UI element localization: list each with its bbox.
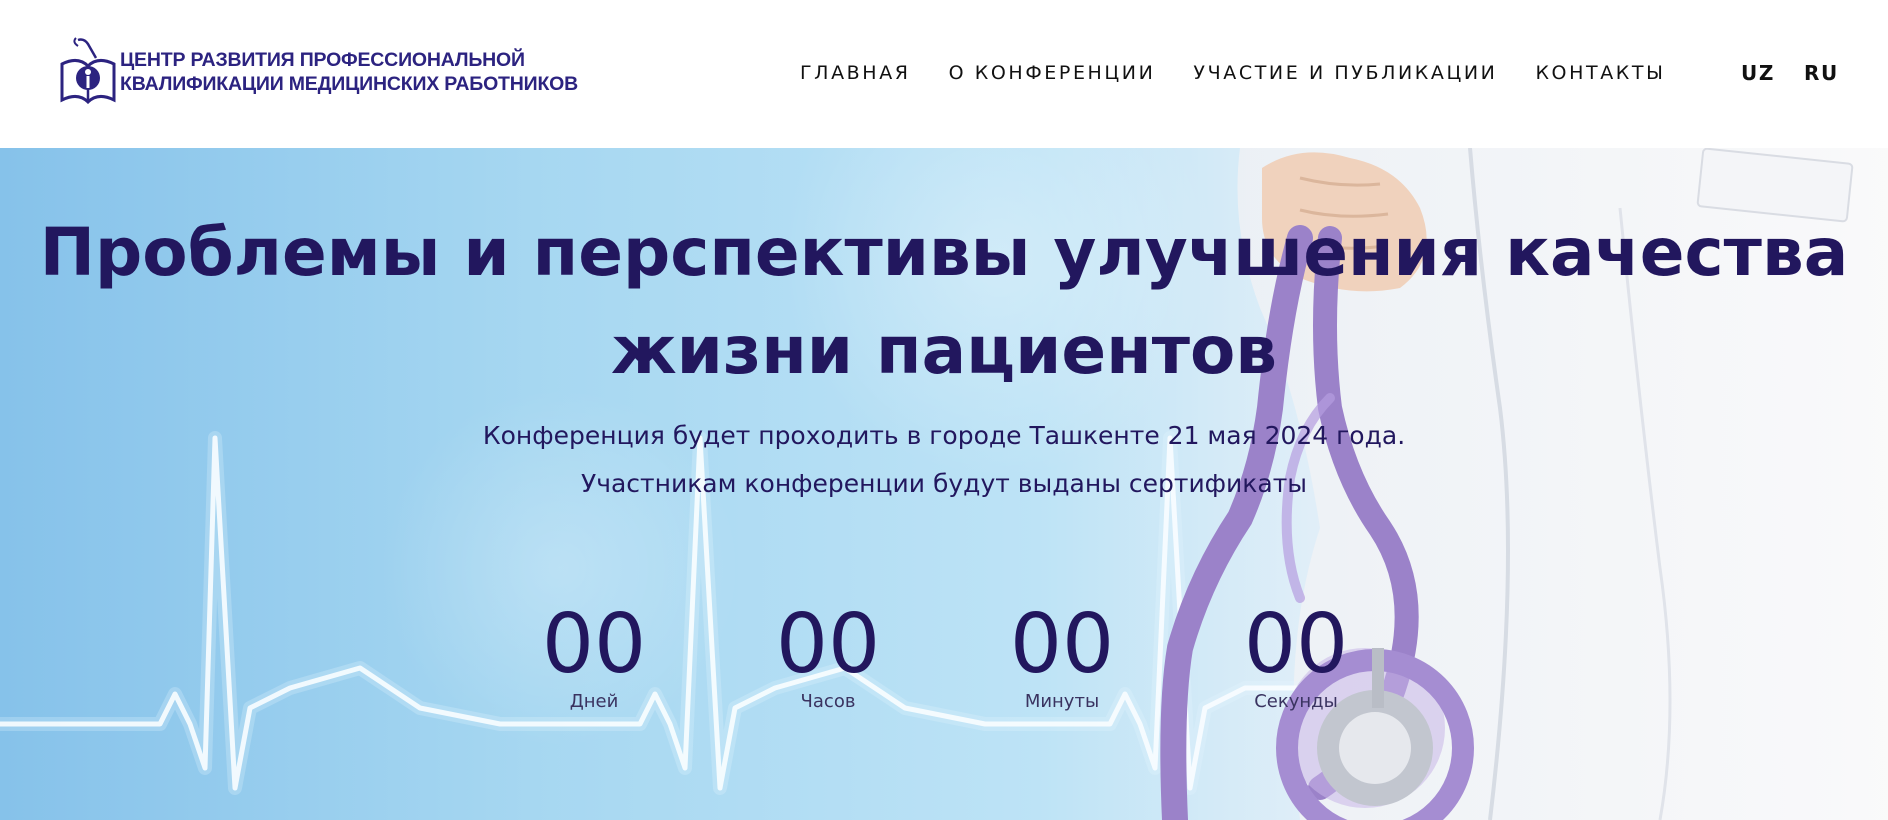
language-switcher: UZ RU xyxy=(1741,60,1839,86)
lang-uz-link[interactable]: UZ xyxy=(1741,60,1775,86)
countdown-minutes: 00 Минуты xyxy=(962,596,1162,714)
nav-item-participation[interactable]: УЧАСТИЕ И ПУБЛИКАЦИИ xyxy=(1193,60,1497,86)
logo-emblem-icon xyxy=(60,37,116,105)
countdown-minutes-value: 00 xyxy=(1009,597,1115,692)
countdown-days-value: 00 xyxy=(541,597,647,692)
countdown-minutes-label: Минуты xyxy=(1024,691,1100,712)
countdown-seconds-value: 00 xyxy=(1243,597,1349,692)
countdown-days: 00 Дней xyxy=(494,596,694,714)
hero-title: Проблемы и перспективы улучшения качеств… xyxy=(0,204,1888,400)
hero-title-line1: Проблемы и перспективы улучшения качеств… xyxy=(39,214,1849,291)
hero-subtitle-line2: Участникам конференции будут выданы серт… xyxy=(580,469,1308,498)
countdown-days-label: Дней xyxy=(569,691,619,712)
hero-subtitle: Конференция будет проходить в городе Таш… xyxy=(0,412,1888,508)
site-logo[interactable]: ЦЕНТР РАЗВИТИЯ ПРОФЕССИОНАЛЬНОЙ КВАЛИФИК… xyxy=(58,34,578,110)
main-nav: ГЛАВНАЯ О КОНФЕРЕНЦИИ УЧАСТИЕ И ПУБЛИКАЦ… xyxy=(800,60,1665,86)
countdown-seconds-label: Секунды xyxy=(1254,691,1338,712)
hero-title-line2: жизни пациентов xyxy=(610,312,1278,389)
hero-banner: Проблемы и перспективы улучшения качеств… xyxy=(0,148,1888,820)
nav-item-home[interactable]: ГЛАВНАЯ xyxy=(800,60,911,86)
countdown-seconds: 00 Секунды xyxy=(1196,596,1396,714)
countdown-hours: 00 Часов xyxy=(728,596,928,714)
countdown-timer: 00 Дней 00 Часов 00 Минуты 00 Секунды xyxy=(0,596,1888,726)
logo-text: ЦЕНТР РАЗВИТИЯ ПРОФЕССИОНАЛЬНОЙ КВАЛИФИК… xyxy=(120,48,578,96)
logo-text-line1: ЦЕНТР РАЗВИТИЯ ПРОФЕССИОНАЛЬНОЙ xyxy=(120,49,525,71)
lang-ru-link[interactable]: RU xyxy=(1804,60,1839,86)
site-header: ЦЕНТР РАЗВИТИЯ ПРОФЕССИОНАЛЬНОЙ КВАЛИФИК… xyxy=(0,0,1888,148)
hero-subtitle-line1: Конференция будет проходить в городе Таш… xyxy=(482,421,1406,450)
nav-item-about[interactable]: О КОНФЕРЕНЦИИ xyxy=(949,60,1156,86)
countdown-hours-label: Часов xyxy=(800,691,856,712)
nav-item-contacts[interactable]: КОНТАКТЫ xyxy=(1535,60,1665,86)
logo-text-line2: КВАЛИФИКАЦИИ МЕДИЦИНСКИХ РАБОТНИКОВ xyxy=(120,73,579,95)
countdown-hours-value: 00 xyxy=(775,597,881,692)
